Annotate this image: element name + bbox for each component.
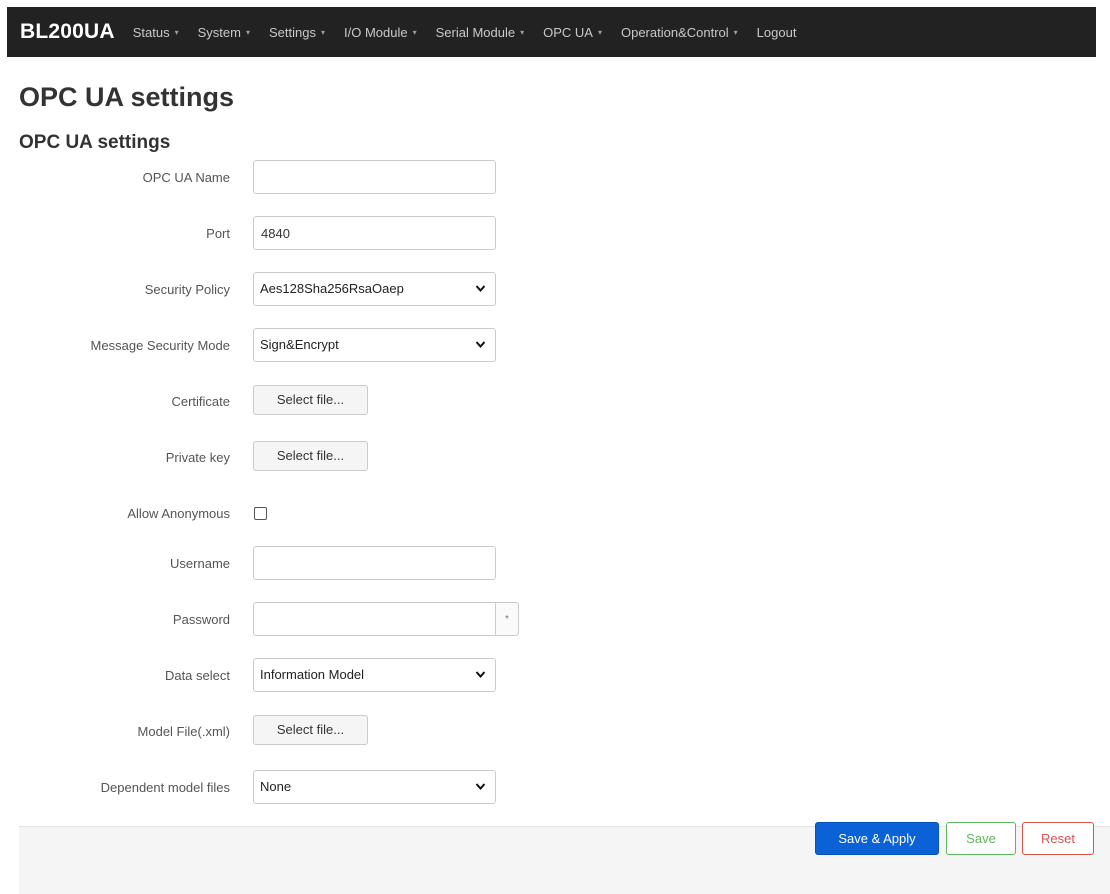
opc-ua-name-row: OPC UA Name [0, 160, 1110, 196]
certificate-label: Certificate [171, 394, 230, 409]
nav-item-opc-ua[interactable]: OPC UA ▾ [543, 25, 602, 40]
opc-ua-name-label: OPC UA Name [142, 170, 230, 185]
allow-anonymous-label: Allow Anonymous [127, 506, 230, 521]
model-file-select-file-button[interactable]: Select file... [253, 715, 368, 745]
chevron-down-icon [475, 771, 486, 815]
private-key-row: Private key Select file... [0, 440, 1110, 476]
caret-down-icon: ▾ [245, 27, 250, 37]
page-title: OPC UA settings [19, 82, 235, 112]
save-button[interactable]: Save [946, 822, 1016, 855]
nav-item-serial-module[interactable]: Serial Module ▾ [436, 25, 525, 40]
certificate-row: Certificate Select file... [0, 384, 1110, 420]
data-select-row: Data select Information Model [0, 658, 1110, 694]
reset-button[interactable]: Reset [1022, 822, 1094, 855]
username-label: Username [170, 556, 230, 571]
nav-item-status[interactable]: Status ▾ [133, 25, 179, 40]
top-navbar: BL200UA Status ▾ System ▾ Settings ▾ I/O Mo… [7, 7, 1096, 57]
caret-down-icon: ▾ [174, 27, 179, 37]
nav-item-io-module[interactable]: I/O Module ▾ [344, 25, 417, 40]
port-input[interactable]: 4840 [253, 216, 496, 250]
caret-down-icon: ▾ [597, 27, 602, 37]
save-apply-button[interactable]: Save & Apply [815, 822, 939, 855]
password-reveal-button[interactable]: * [496, 602, 519, 636]
username-row: Username [0, 546, 1110, 582]
security-policy-select[interactable]: Aes128Sha256RsaOaep [253, 272, 496, 306]
data-select-label: Data select [164, 668, 230, 683]
dependent-model-files-row: Dependent model files None [0, 770, 1110, 806]
caret-down-icon: ▾ [520, 27, 525, 37]
nav-item-operation-control[interactable]: Operation&Control ▾ [621, 25, 738, 40]
password-input[interactable] [253, 602, 496, 636]
port-label: Port [206, 226, 230, 241]
message-security-mode-row: Message Security Mode Sign&Encrypt [0, 328, 1110, 364]
certificate-select-file-button[interactable]: Select file... [253, 385, 368, 415]
model-file-row: Model File(.xml) Select file... [0, 714, 1110, 750]
data-select-value: Information Model [260, 667, 365, 682]
port-row: Port 4840 [0, 216, 1110, 252]
opc-ua-name-input[interactable] [253, 160, 496, 194]
caret-down-icon: ▾ [733, 27, 738, 37]
model-file-label: Model File(.xml) [137, 724, 230, 739]
allow-anonymous-row: Allow Anonymous [0, 496, 1110, 532]
section-title: OPC UA settings [19, 132, 171, 153]
username-input[interactable] [253, 546, 496, 580]
security-policy-label: Security Policy [144, 282, 230, 297]
password-label: Password [172, 612, 230, 627]
chevron-down-icon [475, 273, 486, 317]
message-security-mode-select[interactable]: Sign&Encrypt [253, 328, 496, 362]
chevron-down-icon [475, 659, 486, 703]
dependent-model-files-select[interactable]: None [253, 770, 496, 804]
nav-item-logout[interactable]: Logout [757, 25, 797, 40]
private-key-select-file-button[interactable]: Select file... [253, 441, 368, 471]
allow-anonymous-checkbox[interactable] [254, 507, 267, 520]
brand-logo[interactable]: BL200UA [20, 20, 115, 44]
security-policy-row: Security Policy Aes128Sha256RsaOaep [0, 272, 1110, 308]
chevron-down-icon [475, 329, 486, 373]
dependent-model-files-label: Dependent model files [100, 780, 230, 795]
nav-item-settings[interactable]: Settings ▾ [269, 25, 325, 40]
caret-down-icon: ▾ [320, 27, 325, 37]
message-security-mode-value: Sign&Encrypt [260, 337, 339, 352]
dependent-model-files-value: None [260, 779, 292, 794]
nav-item-system[interactable]: System ▾ [198, 25, 250, 40]
security-policy-value: Aes128Sha256RsaOaep [260, 281, 404, 296]
caret-down-icon: ▾ [412, 27, 417, 37]
nav-menu: Status ▾ System ▾ Settings ▾ I/O Module ▾ Se… [133, 25, 816, 40]
message-security-mode-label: Message Security Mode [90, 338, 230, 353]
data-select-dropdown[interactable]: Information Model [253, 658, 496, 692]
private-key-label: Private key [165, 450, 230, 465]
password-row: Password * [0, 602, 1110, 638]
